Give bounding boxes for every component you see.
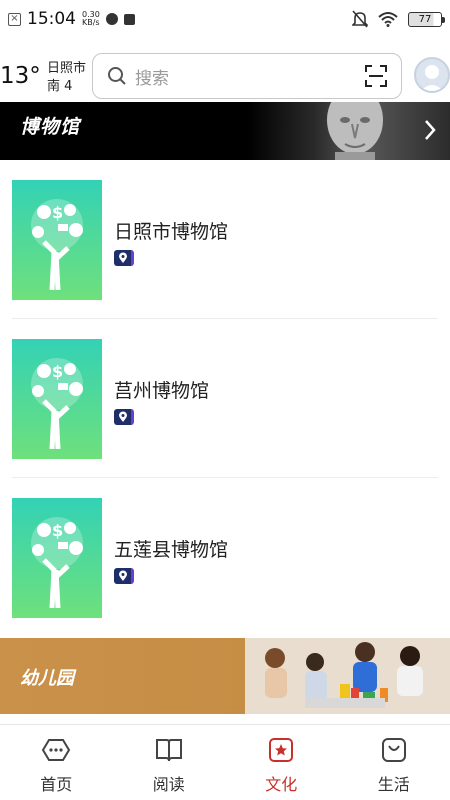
home-icon [42,739,71,761]
city-name: 日照市 [47,61,87,76]
battery-level: 77 [418,13,432,25]
nav-life[interactable]: 生活 [338,725,450,800]
app-notification-icon [105,13,118,25]
nav-life-label: 生活 [377,775,410,794]
status-bar: × 15:04 0.30 KB/s 77 [0,0,450,38]
nav-culture[interactable]: 文化 [225,725,338,800]
location-pin-icon [114,250,134,266]
museum-banner-title: 博物馆 [20,116,81,138]
network-speed-unit: KB/s [82,18,100,27]
money-tree-icon: $ [31,517,83,608]
culture-icon [269,738,294,762]
list-item[interactable]: $ 日照市博物馆 [12,160,438,319]
nav-home[interactable]: 首页 [0,725,113,800]
nav-read-label: 阅读 [152,775,185,794]
kindergarten-banner-title: 幼儿园 [20,668,74,689]
location-pin-icon [114,409,134,425]
clock: 15:04 [27,9,76,29]
nav-home-label: 首页 [40,775,73,794]
search-placeholder: 搜索 [135,68,169,89]
museum-thumbnail: $ [12,498,102,618]
list-item[interactable]: $ 莒州博物馆 [12,319,438,478]
mute-bell-icon [352,10,368,28]
museum-name: 五莲县博物馆 [114,539,229,561]
museum-category-banner[interactable]: 博物馆 [0,102,450,160]
statue-image [327,102,383,160]
avatar[interactable] [414,57,450,93]
museum-list: $ 日照市博物馆 $ 莒州博物馆 $ 五莲县博物馆 [0,160,450,637]
search-input[interactable]: 搜索 [92,53,402,99]
wifi-icon [378,12,398,27]
life-icon [381,738,406,762]
svg-text:$: $ [52,521,63,540]
battery-indicator: 77 [408,11,445,27]
kindergarten-category-banner[interactable]: 幼儿园 [0,638,450,714]
user-avatar-icon [420,65,444,91]
temperature: 13° [0,63,41,89]
svg-text:$: $ [52,203,63,222]
book-icon [155,739,182,762]
app-notification-square-icon [123,13,135,25]
network-speed: 0.30 KB/s [82,11,100,27]
children-playing-image [245,638,450,714]
nav-culture-label: 文化 [265,775,298,794]
nav-read[interactable]: 阅读 [113,725,226,800]
bottom-navigation: 首页 阅读 文化 生活 [0,724,450,800]
svg-text:$: $ [52,362,63,381]
money-tree-icon: $ [31,199,83,290]
chevron-right-icon [425,120,436,140]
money-tree-icon: $ [31,358,83,449]
museum-name: 莒州博物馆 [114,380,210,402]
museum-thumbnail: $ [12,180,102,300]
notification-close-icon: × [8,12,21,26]
scan-icon[interactable] [365,65,387,87]
search-icon [108,67,126,85]
wind-info: 南 4 [47,79,73,94]
top-header: 13° 日照市 南 4 搜索 [0,38,450,102]
museum-name: 日照市博物馆 [114,221,229,243]
museum-thumbnail: $ [12,339,102,459]
list-item[interactable]: $ 五莲县博物馆 [12,478,438,637]
location-pin-icon [114,568,134,584]
weather-info[interactable]: 日照市 南 4 [47,60,86,96]
